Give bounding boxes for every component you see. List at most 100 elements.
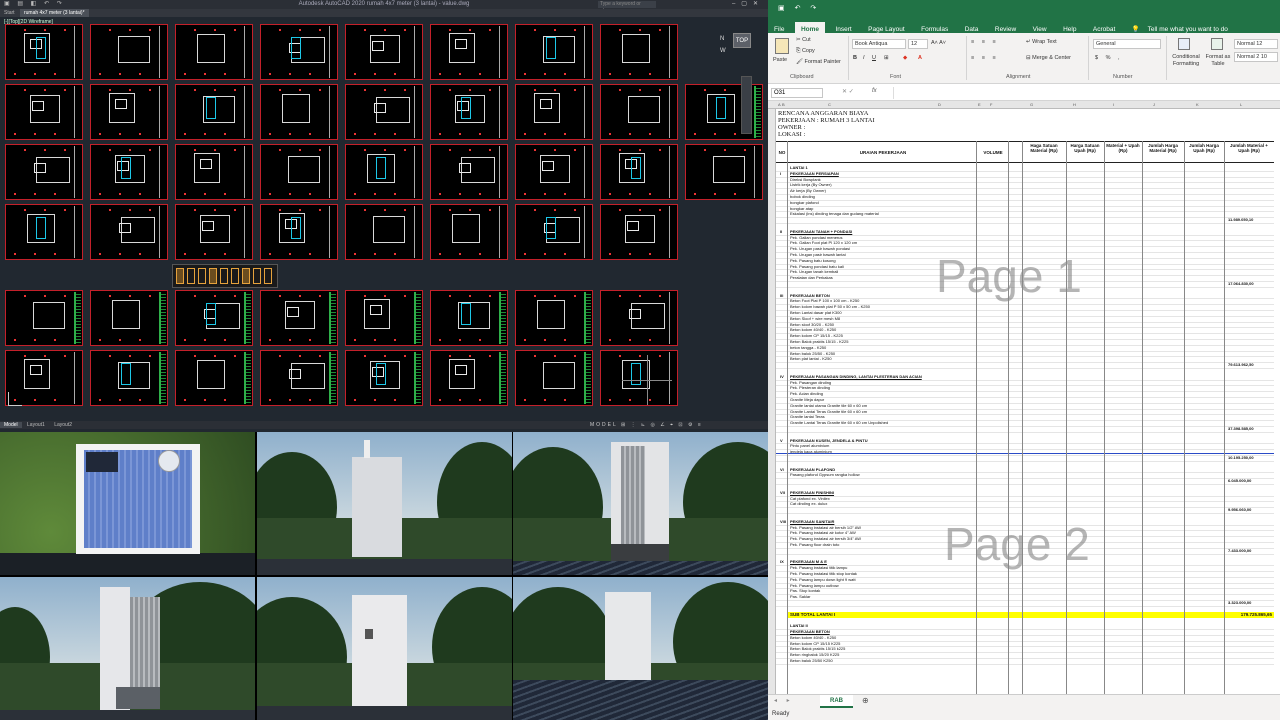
drawing-sheet[interactable]	[345, 84, 423, 140]
drawing-sheet[interactable]	[5, 84, 83, 140]
column-header[interactable]: I	[1113, 102, 1114, 107]
drawing-sheet[interactable]	[430, 350, 508, 406]
drawing-sheet[interactable]	[175, 84, 253, 140]
tab-layout1[interactable]: Layout1	[23, 422, 49, 428]
column-header[interactable]: H	[1073, 102, 1076, 107]
drawing-sheet[interactable]	[600, 144, 678, 200]
drawing-sheet[interactable]	[600, 84, 678, 140]
save-icon[interactable]: ▣	[778, 5, 789, 12]
column-header[interactable]: J	[1153, 102, 1155, 107]
fill-color-icon[interactable]: ◆	[903, 55, 907, 61]
column-header[interactable]: L	[1240, 102, 1242, 107]
copy-button[interactable]: ⎘ Copy	[796, 48, 815, 55]
drawing-sheet[interactable]	[90, 350, 168, 406]
drawing-sheet[interactable]	[5, 204, 83, 260]
column-header[interactable]: A	[778, 102, 781, 107]
align-left-icons[interactable]: ≡ ≡ ≡	[971, 55, 999, 61]
drawing-sheet[interactable]	[515, 204, 593, 260]
subtotal-row[interactable]: SUB TOTAL LANTAI I 179.725.865,65	[788, 611, 1274, 618]
tab-layout2[interactable]: Layout2	[50, 422, 76, 428]
paste-button[interactable]: Paste	[773, 57, 787, 63]
drawing-sheet[interactable]	[515, 350, 593, 406]
drawing-sheet[interactable]	[175, 290, 253, 346]
redo-icon[interactable]: ↷	[810, 5, 820, 12]
drawing-sheet[interactable]	[345, 24, 423, 80]
column-header[interactable]: D	[938, 102, 941, 107]
italic-button[interactable]: I	[863, 55, 865, 61]
font-size-select[interactable]: 12	[908, 39, 928, 49]
format-painter-button[interactable]: 🖌 Format Painter	[796, 59, 841, 65]
bold-button[interactable]: B	[853, 55, 857, 61]
model-status[interactable]: MODEL	[590, 422, 618, 428]
drawing-sheet[interactable]	[430, 290, 508, 346]
underline-button[interactable]: U	[872, 55, 876, 61]
drawing-sheet[interactable]	[600, 290, 678, 346]
drawing-sheet[interactable]	[260, 204, 338, 260]
drawing-canvas[interactable]	[0, 0, 768, 410]
merge-center-button[interactable]: ⊟ Merge & Center	[1026, 55, 1071, 61]
formula-bar-buttons[interactable]: ✕ ✓	[842, 88, 854, 95]
detail-strip[interactable]	[172, 264, 278, 288]
drawing-sheet[interactable]	[430, 24, 508, 80]
drawing-sheet[interactable]	[430, 84, 508, 140]
drawing-sheet[interactable]	[90, 84, 168, 140]
viewport-label[interactable]: [-][Top][2D Wireframe]	[4, 19, 53, 25]
drawing-sheet[interactable]	[175, 144, 253, 200]
align-top-icons[interactable]: ≡ ≡ ≡	[971, 39, 999, 45]
viewcube-top[interactable]: TOP	[733, 33, 751, 48]
format-as-table-button[interactable]: Format as Table	[1204, 54, 1232, 68]
drawing-sheet[interactable]	[260, 350, 338, 406]
drawing-sheet[interactable]	[260, 290, 338, 346]
drawing-sheet[interactable]	[515, 144, 593, 200]
drawing-sheet[interactable]	[175, 350, 253, 406]
font-color-icon[interactable]: A	[918, 55, 922, 61]
conditional-formatting-button[interactable]: Conditional Formatting	[1169, 54, 1203, 68]
column-header[interactable]: B	[782, 102, 785, 107]
navigation-bar[interactable]	[741, 76, 752, 134]
drawing-sheet[interactable]	[345, 144, 423, 200]
drawing-sheet[interactable]	[5, 290, 83, 346]
conditional-formatting-icon[interactable]	[1178, 38, 1190, 50]
drawing-sheet[interactable]	[175, 204, 253, 260]
column-header[interactable]: K	[1196, 102, 1199, 107]
number-format-icons[interactable]: $ % ,	[1095, 55, 1123, 61]
paste-icon[interactable]	[775, 38, 789, 54]
drawing-sheet[interactable]	[515, 84, 593, 140]
drawing-sheet[interactable]	[90, 204, 168, 260]
drawing-sheet[interactable]	[260, 24, 338, 80]
drawing-sheet[interactable]	[5, 24, 83, 80]
name-box[interactable]: O31	[771, 88, 823, 98]
sheet-nav-arrows[interactable]: ◂ ▸	[774, 697, 794, 704]
column-header[interactable]: F	[990, 102, 992, 107]
cut-button[interactable]: ✂ Cut	[796, 37, 811, 43]
borders-icon[interactable]: ⊞	[884, 55, 889, 61]
column-header[interactable]: C	[828, 102, 831, 107]
undo-icon[interactable]: ↶	[795, 5, 805, 12]
drawing-sheet[interactable]	[90, 144, 168, 200]
drawing-sheet[interactable]	[515, 290, 593, 346]
style-normal-2-10[interactable]: Normal 2 10	[1234, 52, 1278, 62]
drawing-sheet[interactable]	[175, 24, 253, 80]
drawing-sheet[interactable]	[90, 24, 168, 80]
sheet-tab-rab[interactable]: RAB	[820, 695, 853, 708]
drawing-sheet[interactable]	[260, 144, 338, 200]
drawing-sheet[interactable]	[430, 144, 508, 200]
formula-input[interactable]	[893, 87, 1278, 99]
worksheet-cells[interactable]: RENCANA ANGGARAN BIAYA PEKERJAAN : RUMAH…	[776, 109, 1274, 694]
style-normal-12[interactable]: Normal 12	[1234, 39, 1278, 49]
fx-icon[interactable]: fx	[872, 88, 877, 94]
format-as-table-icon[interactable]	[1211, 38, 1223, 50]
number-format-select[interactable]: General	[1093, 39, 1161, 49]
tab-model[interactable]: Model	[0, 422, 22, 428]
drawing-sheet[interactable]	[600, 24, 678, 80]
drawing-sheet[interactable]	[90, 290, 168, 346]
wrap-text-button[interactable]: ↵ Wrap Text	[1026, 39, 1057, 45]
drawing-sheet[interactable]	[345, 204, 423, 260]
drawing-sheet[interactable]	[260, 84, 338, 140]
drawing-sheet[interactable]	[345, 350, 423, 406]
quick-access-toolbar[interactable]: ▣ ↶ ↷	[778, 0, 820, 18]
drawing-sheet[interactable]	[5, 144, 83, 200]
viewcube[interactable]: N TOP W	[718, 30, 762, 72]
status-bar[interactable]: MODEL ⊞ ⋮ ⊾ ◎ ∠ ⌖ ⊡ ⚙ ≡	[590, 421, 703, 429]
column-header[interactable]: E	[978, 102, 981, 107]
